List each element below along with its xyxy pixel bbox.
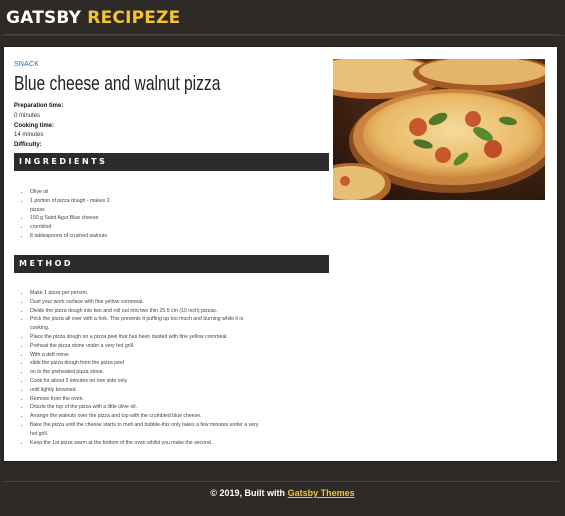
method-step: Keep the 1st pizza warm at the bottom of…: [30, 439, 260, 448]
recipe-category-link[interactable]: SNACK: [14, 61, 39, 68]
brand-name-part2: RECIPEZE: [87, 8, 181, 28]
brand-name-part1: GATSBY: [6, 8, 82, 28]
recipe-card: SNACK Blue cheese and walnut pizza Prepa…: [4, 47, 557, 461]
site-logo-link[interactable]: GATSBY RECIPEZE: [6, 8, 180, 28]
method-step: Place the pizza dough on a pizza peel th…: [30, 333, 260, 342]
gatsby-themes-link[interactable]: Gatsby Themes: [288, 488, 355, 498]
method-step: Divide the pizza dough into two and roll…: [30, 307, 260, 316]
recipe-title: Blue cheese and walnut pizza: [14, 73, 221, 95]
header-divider: [4, 34, 559, 35]
method-step: Prick the pizza all over with a fork. Th…: [30, 315, 260, 333]
cook-time-label: Cooking time: [14, 122, 53, 129]
pizza-image-graphic: [333, 59, 545, 200]
method-step: slide the pizza dough from the pizza pee…: [30, 359, 260, 368]
method-step: Make 1 pizza per person.: [30, 289, 260, 298]
method-step: Bake the pizza until the cheese starts t…: [30, 421, 260, 439]
ingredients-heading: INGREDIENTS: [14, 153, 329, 171]
ingredient-item: crumbled: [30, 223, 110, 232]
method-list: Make 1 pizza per person.Dust your work s…: [30, 289, 260, 447]
method-step: With a deft move: [30, 351, 260, 360]
pizza-photo: [333, 59, 545, 200]
site-footer: © 2019, Built with Gatsby Themes: [0, 488, 565, 498]
ingredients-list: Olive oil1 portion of pizza dough - make…: [30, 188, 110, 241]
ingredient-item: 8 tablespoons of crushed walnuts: [30, 232, 110, 241]
recipe-meta: Preparation time: 0 minutes Cooking time…: [14, 102, 164, 151]
ingredient-item: 1 portion of pizza dough - makes 2 pizza…: [30, 197, 110, 215]
site-header: GATSBY RECIPEZE: [0, 0, 565, 36]
prep-time-label: Preparation time: [14, 103, 62, 109]
method-step: Arrange the walnuts over the pizza and t…: [30, 412, 260, 421]
method-heading: METHOD: [14, 255, 329, 273]
method-step: until lightly browned.: [30, 386, 260, 395]
footer-divider: [4, 481, 559, 482]
cook-time-value: 14 minutes: [14, 132, 44, 139]
method-step: on to the preheated pizza stone.: [30, 368, 260, 377]
prep-time-value: 0 minutes: [14, 112, 41, 119]
method-step: Preheat the pizza stone under a very hot…: [30, 342, 260, 351]
method-step: Remove from the oven.: [30, 395, 260, 404]
difficulty-label: Difficulty: [14, 142, 40, 149]
method-step: Dust your work surface with fine yellow …: [30, 298, 260, 307]
method-step: Cook for about 2 minutes on one side onl…: [30, 377, 260, 386]
ingredient-item: Olive oil: [30, 188, 110, 197]
method-step: Drizzle the top of the pizza with a litt…: [30, 403, 260, 412]
footer-copyright: © 2019, Built with: [210, 488, 286, 498]
ingredient-item: 150 g Saint Agur Blue cheese: [30, 214, 110, 223]
